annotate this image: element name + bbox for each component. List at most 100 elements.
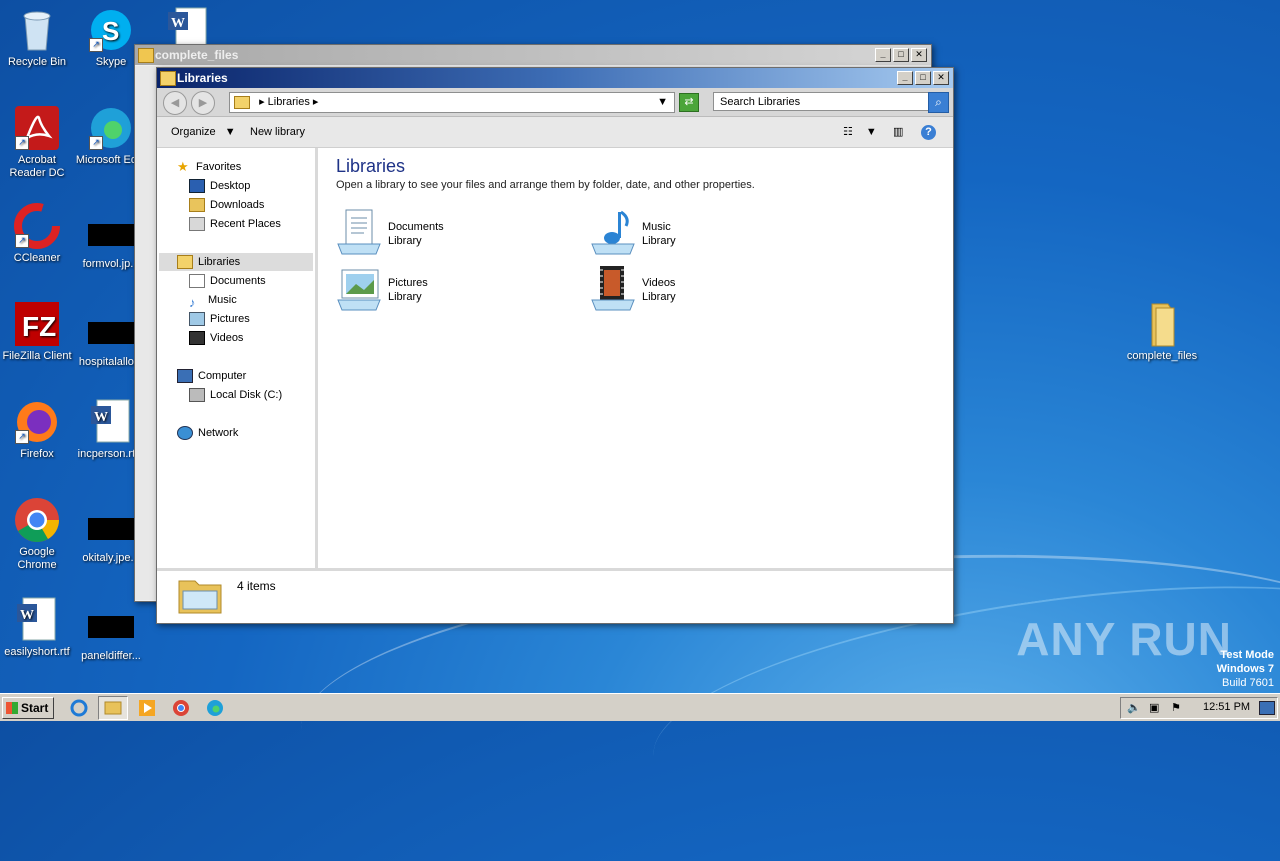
libraries-window[interactable]: Libraries _ □ ✕ ◀ ▶ ▸ Libraries ▸ ▼ ⇄ Se… bbox=[156, 67, 954, 624]
address-bar-area: ◀ ▶ ▸ Libraries ▸ ▼ ⇄ Search Libraries ⌕ bbox=[157, 88, 953, 117]
desktop-icon-ccleaner[interactable]: ↗ CCleaner bbox=[0, 202, 74, 265]
library-type: Library bbox=[388, 291, 422, 303]
nav-libraries[interactable]: Libraries bbox=[177, 253, 240, 271]
ie-taskbar-icon[interactable] bbox=[70, 699, 88, 717]
desktop-icon-label: easilyshort.rtf bbox=[4, 646, 70, 658]
nav-videos[interactable]: Videos bbox=[189, 329, 243, 347]
nav-local-disk[interactable]: Local Disk (C:) bbox=[189, 386, 282, 404]
library-type: Library bbox=[642, 291, 676, 303]
watermark: ANY RUN bbox=[1016, 613, 1232, 665]
word-doc-icon[interactable]: W bbox=[166, 6, 207, 47]
svg-text:W: W bbox=[94, 410, 108, 425]
search-input[interactable]: Search Libraries bbox=[713, 92, 929, 111]
search-icon[interactable]: ⌕ bbox=[928, 92, 949, 113]
chrome-taskbar-icon[interactable] bbox=[172, 699, 190, 717]
svg-text:FZ: FZ bbox=[22, 311, 56, 342]
desktop-icon-easilyshort[interactable]: W easilyshort.rtf bbox=[0, 596, 74, 659]
maximize-button[interactable]: □ bbox=[893, 48, 909, 62]
forward-button[interactable]: ▶ bbox=[191, 91, 215, 115]
documents-icon bbox=[189, 274, 205, 289]
desktop-icon-label: CCleaner bbox=[13, 252, 61, 264]
ccleaner-icon: ↗ bbox=[13, 202, 61, 250]
libraries-icon bbox=[234, 95, 250, 109]
volume-icon[interactable]: 🔈 bbox=[1127, 701, 1141, 714]
window-title: complete_files bbox=[155, 48, 239, 62]
close-button[interactable]: ✕ bbox=[933, 71, 949, 85]
nav-music[interactable]: ♪ Music bbox=[189, 291, 237, 311]
library-type: Library bbox=[388, 235, 422, 247]
start-button[interactable]: Start bbox=[2, 697, 54, 719]
breadcrumb-separator-icon[interactable]: ▸ bbox=[259, 96, 268, 108]
maximize-button[interactable]: □ bbox=[915, 71, 931, 85]
back-button[interactable]: ◀ bbox=[163, 91, 187, 115]
pictures-library-icon bbox=[336, 264, 384, 312]
libraries-icon bbox=[177, 573, 223, 617]
chevron-down-icon: ▼ bbox=[224, 126, 236, 138]
explorer-taskbar-icon[interactable] bbox=[98, 696, 128, 720]
chevron-down-icon[interactable]: ▸ bbox=[313, 96, 319, 108]
firefox-icon: ↗ bbox=[13, 398, 61, 446]
image-thumb-icon bbox=[88, 224, 134, 246]
organize-button[interactable]: Organize ▼ bbox=[171, 117, 236, 147]
desktop-icon-label: Firefox bbox=[20, 448, 54, 460]
preview-pane-icon[interactable]: ▥ bbox=[893, 117, 903, 147]
library-item-pictures[interactable]: Pictures Library bbox=[336, 264, 556, 316]
nav-pictures[interactable]: Pictures bbox=[189, 310, 250, 328]
help-icon[interactable]: ? bbox=[921, 117, 936, 147]
drive-icon bbox=[189, 388, 205, 403]
nav-network[interactable]: Network bbox=[177, 424, 238, 442]
show-desktop-icon[interactable] bbox=[1259, 701, 1275, 715]
desktop-icon-complete-files[interactable]: complete_files bbox=[1124, 300, 1200, 363]
shortcut-arrow-icon: ↗ bbox=[89, 38, 103, 52]
word-doc-icon: W bbox=[87, 398, 135, 446]
breadcrumb[interactable]: Libraries bbox=[268, 96, 310, 108]
desktop-icon-recycle-bin[interactable]: Recycle Bin bbox=[0, 6, 74, 69]
library-item-documents[interactable]: Documents Library bbox=[336, 208, 556, 260]
videos-library-icon bbox=[590, 264, 638, 312]
window-titlebar[interactable]: Libraries _ □ ✕ bbox=[157, 68, 953, 88]
edge-taskbar-icon[interactable] bbox=[206, 699, 224, 717]
music-icon: ♪ bbox=[189, 295, 196, 311]
network-icon bbox=[177, 426, 193, 441]
desktop-icon-acrobat[interactable]: ↗ Acrobat Reader DC bbox=[0, 104, 74, 180]
action-center-icon[interactable]: ⚑ bbox=[1171, 701, 1181, 714]
media-player-taskbar-icon[interactable] bbox=[138, 699, 156, 717]
content-pane: Libraries Open a library to see your fil… bbox=[318, 148, 953, 569]
desktop-icon-filezilla[interactable]: FZ FileZilla Client bbox=[0, 300, 74, 363]
address-bar[interactable]: ▸ Libraries ▸ ▼ bbox=[229, 92, 675, 113]
nav-desktop[interactable]: Desktop bbox=[189, 177, 250, 195]
desktop-icon-firefox[interactable]: ↗ Firefox bbox=[0, 398, 74, 461]
skype-icon: S ↗ bbox=[87, 6, 135, 54]
minimize-button[interactable]: _ bbox=[897, 71, 913, 85]
minimize-button[interactable]: _ bbox=[875, 48, 891, 62]
desktop-icon-label: FileZilla Client bbox=[2, 350, 72, 362]
os-info: Test Mode Windows 7 Build 7601 bbox=[1216, 649, 1274, 689]
library-item-videos[interactable]: Videos Library bbox=[590, 264, 810, 316]
folder-icon bbox=[1138, 300, 1186, 348]
item-count: 4 items bbox=[237, 579, 276, 593]
libraries-icon bbox=[177, 255, 193, 270]
nav-favorites[interactable]: ★ Favorites bbox=[177, 158, 241, 176]
library-name: Music bbox=[642, 221, 671, 233]
acrobat-icon: ↗ bbox=[13, 104, 61, 152]
library-item-music[interactable]: Music Library bbox=[590, 208, 810, 260]
nav-recent-places[interactable]: Recent Places bbox=[189, 215, 281, 233]
windows-logo-icon bbox=[6, 702, 18, 714]
close-button[interactable]: ✕ bbox=[911, 48, 927, 62]
nav-computer[interactable]: Computer bbox=[177, 367, 246, 385]
command-toolbar: Organize ▼ New library ☷ ▼ ▥ ? bbox=[157, 117, 953, 148]
network-tray-icon[interactable]: ▣ bbox=[1149, 701, 1159, 714]
window-titlebar[interactable]: complete_files _ □ ✕ bbox=[135, 45, 931, 65]
filezilla-icon: FZ bbox=[13, 300, 61, 348]
refresh-icon[interactable]: ⇄ bbox=[679, 93, 699, 112]
clock[interactable]: 12:51 PM bbox=[1203, 701, 1250, 713]
nav-documents[interactable]: Documents bbox=[189, 272, 266, 290]
videos-icon bbox=[189, 331, 205, 346]
desktop-icon-chrome[interactable]: Google Chrome bbox=[0, 496, 74, 572]
address-dropdown-icon[interactable]: ▼ bbox=[657, 93, 668, 112]
new-library-button[interactable]: New library bbox=[250, 117, 305, 147]
desktop-icon-paneldiffer[interactable]: paneldiffer... bbox=[74, 604, 148, 663]
change-view-icon[interactable]: ☷ ▼ bbox=[843, 117, 877, 147]
shortcut-arrow-icon: ↗ bbox=[89, 136, 103, 150]
nav-downloads[interactable]: Downloads bbox=[189, 196, 264, 214]
